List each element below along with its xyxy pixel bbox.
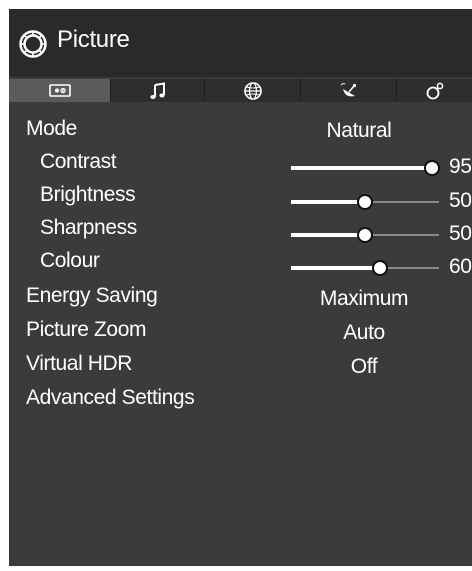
mode-value: Natural [326,119,392,142]
slider-knob[interactable] [372,260,388,276]
virtual-hdr-value: Off [350,355,378,378]
satellite-dish-icon [340,82,356,96]
title-bar: Picture [9,9,472,77]
tab-system[interactable] [397,79,472,102]
brightness-label: Brightness [40,183,136,206]
sharpness-value: 50 [449,222,472,245]
picture-settings-icon [48,83,71,97]
contrast-label: Contrast [40,150,117,173]
tab-picture[interactable] [9,79,110,102]
sharpness-label: Sharpness [40,216,137,239]
contrast-slider[interactable] [291,158,440,178]
colour-label: Colour [40,249,100,272]
energy-saving-label: Energy Saving [26,284,158,307]
brightness-value: 50 [449,189,472,212]
mode-label: Mode [26,117,77,140]
tab-installation[interactable] [301,79,396,102]
slider-fill [291,200,365,204]
energy-saving-value: Maximum [319,287,409,310]
advanced-settings-label: Advanced Settings [26,386,195,409]
globe-icon [243,81,262,100]
category-tabs [9,79,472,102]
slider-knob[interactable] [357,227,373,243]
music-note-icon [149,81,165,99]
tab-network[interactable] [205,79,300,102]
picture-zoom-value: Auto [343,321,385,344]
page-title: Picture [57,26,130,53]
picture-zoom-label: Picture Zoom [26,318,147,341]
tab-sound[interactable] [111,79,204,102]
contrast-value: 95 [449,155,472,178]
slider-knob[interactable] [357,194,373,210]
settings-ring-icon [19,30,47,58]
tv-settings-screen: Picture Mode Natural Contrast 95 Brightn… [9,9,472,566]
slider-fill [291,233,365,237]
slider-fill [291,166,432,170]
virtual-hdr-label: Virtual HDR [26,352,133,375]
colour-value: 60 [449,255,472,278]
system-settings-icon [426,82,443,99]
sharpness-slider[interactable] [291,225,439,245]
slider-fill [291,266,380,270]
slider-knob[interactable] [424,160,440,176]
brightness-slider[interactable] [291,192,439,212]
colour-slider[interactable] [291,258,439,278]
